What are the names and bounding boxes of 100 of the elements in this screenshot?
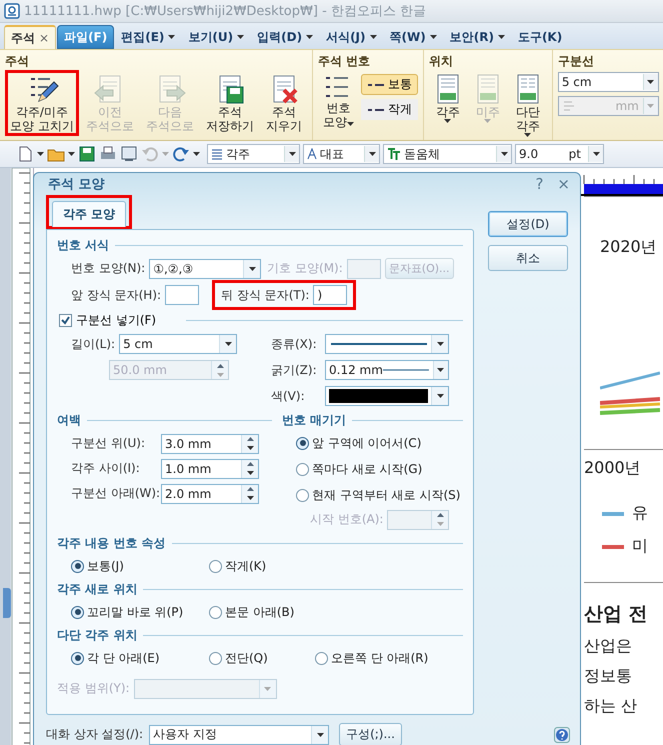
section-title: 각주 새로 위치 <box>57 580 138 598</box>
caret-icon <box>437 368 444 372</box>
margin-spin-field[interactable]: 1.0 mm <box>161 458 259 478</box>
window-title: 11111111.hwp [C:₩Users₩hiji2₩Desktop₩] - 한컴오피스 한글 <box>24 3 426 20</box>
caret-icon <box>524 133 532 137</box>
field-label: 구분선 아래(W): <box>71 485 157 502</box>
caret-icon <box>368 152 376 156</box>
redo-icon[interactable] <box>172 145 190 163</box>
number-shape-dropdown[interactable]: ①,②,③ <box>149 258 262 278</box>
configure-button[interactable]: 구성(;)... <box>339 723 402 745</box>
menu-tab[interactable]: 입력(D) <box>251 25 320 49</box>
size-toggle[interactable]: 작게 <box>360 99 418 120</box>
save-icon[interactable] <box>78 145 96 163</box>
ribbon-button[interactable]: 각주/미주 모양 고치기 <box>5 70 79 136</box>
margin-spin-field[interactable]: 3.0 mm <box>161 434 259 454</box>
spin-up-icon <box>246 437 254 441</box>
group-title: 주석 <box>5 53 30 70</box>
caret-icon <box>436 342 444 346</box>
preview-icon[interactable] <box>120 145 138 163</box>
prefix-field[interactable] <box>165 285 200 305</box>
caret-icon <box>224 342 232 346</box>
document-text: 하는 산 <box>584 696 638 717</box>
line-chart-drawing <box>600 371 660 415</box>
radio-button[interactable]: 현재 구역부터 새로 시작(S) <box>296 483 463 507</box>
menu-tab[interactable]: 보안(R) <box>444 25 511 49</box>
caret-icon <box>430 35 437 39</box>
field-label: 번호 모양(N): <box>71 260 146 277</box>
radio-button[interactable]: 전단(Q) <box>209 650 315 666</box>
caret-icon <box>68 152 75 156</box>
radio-button[interactable]: 꼬리말 바로 위(P) <box>71 604 209 620</box>
font-size-field[interactable]: 9.0 pt <box>515 144 604 164</box>
radio-button[interactable]: 본문 아래(B) <box>209 604 315 620</box>
field-label: 적용 범위(Y): <box>57 680 130 697</box>
radio-button[interactable]: 작게(K) <box>209 558 315 574</box>
menu-tab[interactable]: 보기(U) <box>182 25 250 49</box>
caret-icon <box>264 686 272 690</box>
field-label: 길이(L): <box>71 336 116 352</box>
font-dropdown[interactable]: 돋움체 <box>383 144 512 164</box>
checkmark-icon <box>61 316 70 324</box>
document-text: 산업은 <box>584 636 633 657</box>
menu-tab[interactable]: 주석 × <box>4 25 56 49</box>
suffix-field[interactable]: ) <box>313 285 348 305</box>
language-dropdown[interactable]: 대표 <box>303 144 380 164</box>
legend-label: 미 <box>632 536 648 557</box>
document-text: 정보통 <box>584 666 633 687</box>
caret-icon <box>246 496 254 500</box>
caret-icon <box>500 152 508 156</box>
color-dropdown[interactable] <box>325 386 449 406</box>
section-title: 각주 내용 번호 속성 <box>57 534 166 552</box>
caret-icon <box>306 35 314 39</box>
dialog-button[interactable]: 설정(D) <box>488 211 568 237</box>
caret-icon <box>288 152 296 156</box>
menu-tab[interactable]: 서식(J) <box>320 25 382 49</box>
ribbon-button[interactable]: 각주 <box>428 70 467 126</box>
caret-icon <box>246 471 254 475</box>
dialog-button[interactable]: 취소 <box>488 245 568 271</box>
caret-icon <box>436 522 444 526</box>
menu-tab[interactable]: 도구(K) <box>512 25 568 49</box>
line-type-dropdown[interactable] <box>325 334 449 354</box>
paragraph-style-icon <box>211 148 223 160</box>
side-panel-handle[interactable] <box>3 588 11 618</box>
ribbon-button[interactable]: 다단 각주 <box>508 70 547 140</box>
caret-icon <box>162 152 169 156</box>
menu-tab[interactable]: 편집(E) <box>115 25 182 49</box>
menu-tab[interactable]: 쪽(W) <box>384 25 443 49</box>
caret-icon <box>484 119 492 123</box>
section-title: 다단 각주 위치 <box>57 626 138 644</box>
legend-label: 유 <box>632 503 648 524</box>
section-title: 번호 매기기 <box>282 412 346 428</box>
radio-button[interactable]: 쪽마다 새로 시작(G) <box>296 457 463 481</box>
radio-button[interactable]: 오른쪽 단 아래(R) <box>315 650 463 666</box>
field-label: 각주 사이(I): <box>71 460 141 477</box>
checkbox[interactable]: 구분선 넣기(F) <box>59 312 156 328</box>
caret-icon <box>237 35 244 39</box>
caret-icon <box>316 732 324 736</box>
radio-button[interactable]: 앞 구역에 이어서(C) <box>296 431 463 455</box>
dialog-setting-dropdown[interactable]: 사용자 지정 <box>149 724 330 744</box>
field-label: 대화 상자 설정(/): <box>46 726 144 743</box>
caret-icon <box>193 152 200 156</box>
ribbon-button[interactable]: 주석 저장하기 <box>200 70 259 136</box>
ribbon-button[interactable]: 번호 모양 <box>318 70 359 132</box>
help-icon[interactable] <box>554 726 570 742</box>
caret-icon <box>346 122 354 126</box>
section-title: 여백 <box>57 412 81 428</box>
radio-button[interactable]: 보통(J) <box>71 558 209 574</box>
field-label: 종류(X): <box>271 336 318 352</box>
line-thickness-sample <box>382 369 429 371</box>
size-toggle[interactable]: 보통 <box>360 74 418 95</box>
length-dropdown[interactable]: 5 cm <box>558 72 659 92</box>
thickness-dropdown[interactable]: 0.12 mm <box>325 360 449 380</box>
caret-icon <box>592 152 600 156</box>
radio-button[interactable]: 각 단 아래(E) <box>71 650 209 666</box>
length-dropdown[interactable]: 5 cm <box>119 334 238 354</box>
dialog-tab[interactable]: 각주 모양 <box>52 201 126 227</box>
ribbon-button[interactable]: 주석 지우기 <box>260 70 307 136</box>
field-label: 굵기(Z): <box>271 362 318 378</box>
spin-up-icon <box>246 487 254 491</box>
margin-spin-field[interactable]: 2.0 mm <box>161 484 259 504</box>
spin-up-icon <box>436 513 444 517</box>
style-dropdown[interactable]: 각주 <box>207 144 300 164</box>
